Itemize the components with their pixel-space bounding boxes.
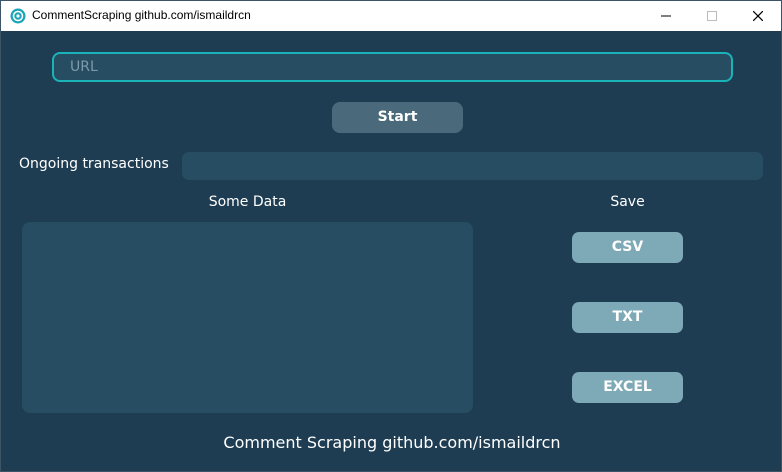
- title-bar[interactable]: CommentScraping github.com/ismaildrcn: [1, 1, 781, 31]
- some-data-label: Some Data: [208, 194, 287, 210]
- start-button[interactable]: Start: [332, 102, 463, 133]
- data-output-box[interactable]: [22, 222, 473, 413]
- url-input[interactable]: [52, 52, 733, 82]
- app-window: CommentScraping github.com/ismaildrcn St…: [0, 0, 782, 472]
- minimize-button[interactable]: [643, 1, 689, 31]
- close-icon: [753, 11, 763, 21]
- save-excel-button[interactable]: EXCEL: [572, 372, 683, 403]
- save-txt-button[interactable]: TXT: [572, 302, 683, 333]
- maximize-icon: [707, 11, 717, 21]
- minimize-icon: [661, 15, 671, 17]
- maximize-button[interactable]: [689, 1, 735, 31]
- app-logo-icon: [10, 8, 26, 24]
- save-label: Save: [610, 194, 645, 210]
- save-csv-button[interactable]: CSV: [572, 232, 683, 263]
- close-button[interactable]: [735, 1, 781, 31]
- window-title: CommentScraping github.com/ismaildrcn: [32, 8, 251, 22]
- ongoing-transactions-label: Ongoing transactions: [19, 156, 169, 172]
- ongoing-transactions-progress-bar: [182, 152, 763, 180]
- footer-text: Comment Scraping github.com/ismaildrcn: [223, 433, 561, 452]
